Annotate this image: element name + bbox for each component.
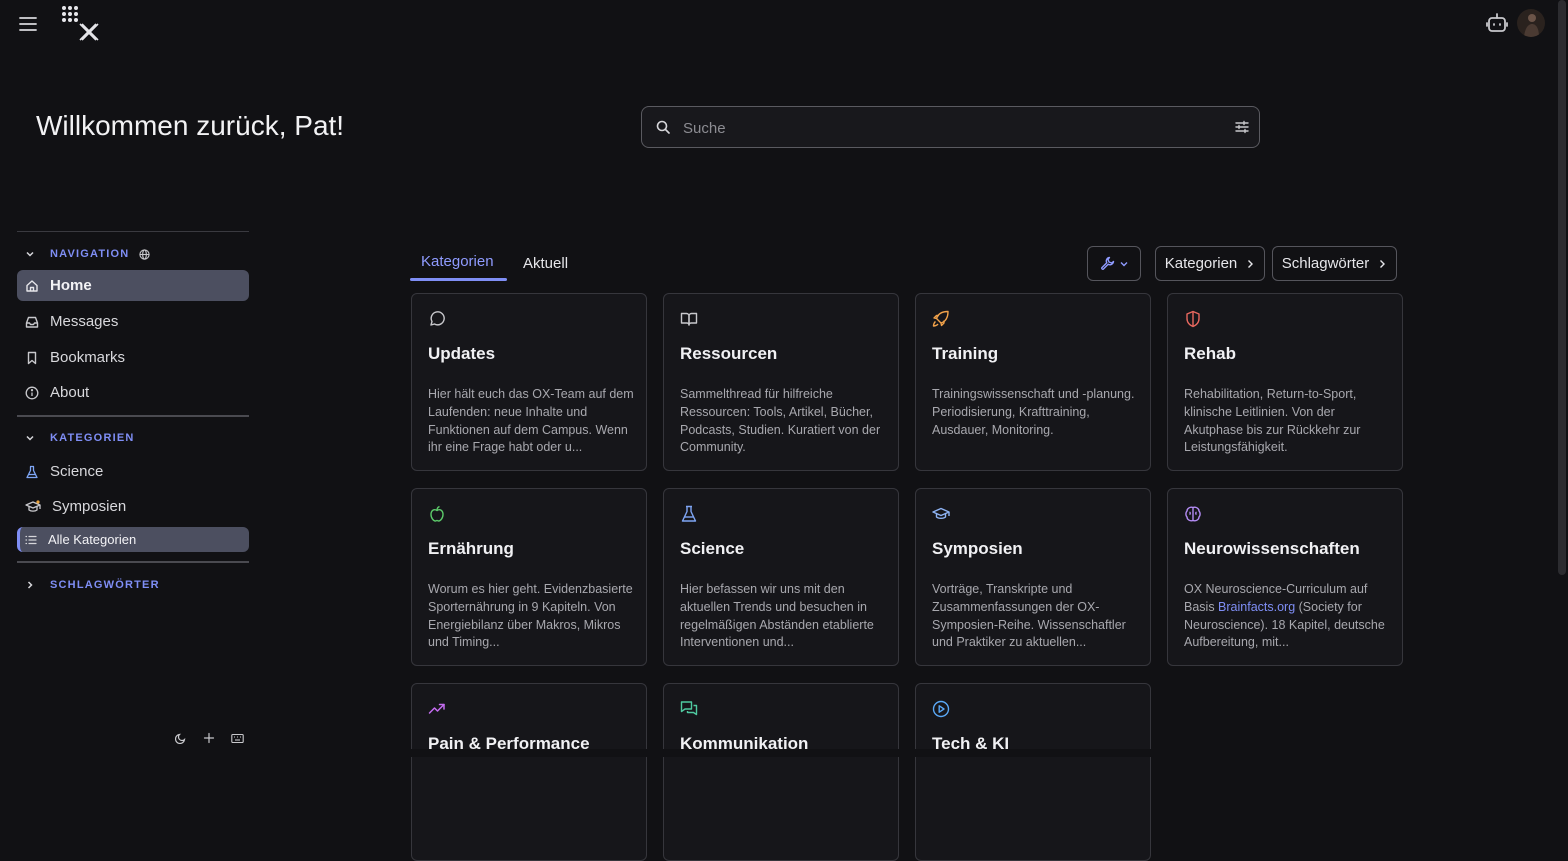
brainfacts-link[interactable]: Brainfacts.org	[1218, 600, 1295, 614]
book-open-icon	[680, 310, 698, 328]
user-avatar-icon[interactable]	[1517, 9, 1545, 37]
category-card-tech-ki[interactable]: Tech & KI	[915, 683, 1151, 861]
keyboard-icon[interactable]	[228, 729, 246, 747]
bookmark-icon	[25, 351, 39, 365]
card-description: OX Neuroscience-Curriculum auf Basis Bra…	[1184, 581, 1390, 652]
sidebar-item-label: Messages	[50, 313, 119, 330]
apple-icon	[428, 505, 446, 523]
globe-icon	[139, 248, 151, 260]
tab-aktuell[interactable]: Aktuell	[523, 255, 568, 272]
chevron-right-icon	[1377, 259, 1387, 269]
category-card-updates[interactable]: Updates Hier hält euch das OX-Team auf d…	[411, 293, 647, 471]
sidebar-item-symposien[interactable]: Symposien	[17, 491, 249, 522]
category-card-symposien[interactable]: Symposien Vorträge, Transkripte und Zusa…	[915, 488, 1151, 666]
tools-dropdown-button[interactable]	[1087, 246, 1141, 281]
home-icon	[25, 279, 39, 293]
info-icon	[25, 386, 39, 400]
graduation-cap-icon	[932, 505, 950, 523]
sidebar-item-label: Science	[50, 463, 104, 480]
category-card-kommunikation[interactable]: Kommunikation	[663, 683, 899, 861]
messages-icon	[680, 700, 698, 718]
brain-icon	[1184, 505, 1202, 523]
sidebar-item-home[interactable]: Home	[17, 270, 249, 301]
chevron-right-icon	[24, 579, 36, 591]
card-title: Ressourcen	[680, 344, 778, 363]
schlagwoerter-section-toggle[interactable]: SCHLAGWÖRTER	[24, 579, 160, 591]
category-card-ressourcen[interactable]: Ressourcen Sammelthread für hilfreiche R…	[663, 293, 899, 471]
chevron-down-icon	[1119, 259, 1129, 269]
kategorien-filter-label: Kategorien	[1164, 255, 1238, 272]
schlagwoerter-heading: SCHLAGWÖRTER	[50, 579, 160, 591]
sidebar-item-label: Bookmarks	[50, 349, 126, 366]
category-card-pain-performance[interactable]: Pain & Performance	[411, 683, 647, 861]
category-card-science[interactable]: Science Hier befassen wir uns mit den ak…	[663, 488, 899, 666]
kategorien-filter-button[interactable]: Kategorien	[1155, 246, 1265, 281]
sidebar-item-about[interactable]: About	[17, 377, 249, 408]
schlagwoerter-filter-label: Schlagwörter	[1281, 255, 1370, 272]
sidebar-divider	[17, 415, 249, 417]
flask-icon	[680, 505, 698, 523]
filter-sliders-icon[interactable]	[1235, 120, 1249, 134]
sidebar-item-label: About	[50, 384, 90, 401]
card-title: Symposien	[932, 539, 1023, 558]
card-description: Vorträge, Transkripte und Zusammenfassun…	[932, 582, 1126, 650]
schlagwoerter-filter-button[interactable]: Schlagwörter	[1272, 246, 1397, 281]
search-icon	[656, 120, 670, 134]
category-card-training[interactable]: Training Trainingswissenschaft und -plan…	[915, 293, 1151, 471]
tab-kategorien[interactable]: Kategorien	[421, 253, 494, 270]
sidebar-item-label: Home	[50, 277, 92, 294]
card-title: Updates	[428, 344, 496, 363]
sidebar-divider	[17, 561, 249, 563]
trending-up-icon	[428, 700, 446, 718]
sidebar-item-science[interactable]: Science	[17, 456, 249, 487]
active-tab-indicator	[410, 278, 507, 281]
card-description: Sammelthread für hilfreiche Ressourcen: …	[680, 387, 881, 455]
card-title: Science	[680, 539, 745, 558]
search-bar[interactable]	[641, 106, 1260, 149]
search-input[interactable]	[681, 107, 1225, 149]
sidebar-item-bookmarks[interactable]: Bookmarks	[17, 342, 249, 373]
sidebar-item-messages[interactable]: Messages	[17, 306, 249, 337]
card-description: Rehabilitation, Return-to-Sport, klinisc…	[1184, 387, 1361, 455]
card-title: Ernährung	[428, 539, 514, 558]
kategorien-section-toggle[interactable]: KATEGORIEN	[24, 432, 135, 444]
category-card-neurowissenschaften[interactable]: Neurowissenschaften OX Neuroscience-Curr…	[1167, 488, 1403, 666]
wrench-icon	[1100, 256, 1115, 271]
chevron-right-icon	[1245, 259, 1255, 269]
sidebar-item-label: Symposien	[52, 498, 127, 515]
card-description: Trainingswissenschaft und -planung. Peri…	[932, 387, 1135, 437]
ox-logo-icon[interactable]	[60, 4, 100, 44]
card-description: Worum es hier geht. Evidenzbasierte Spor…	[428, 582, 633, 650]
card-description: Hier befassen wir uns mit den aktuellen …	[680, 582, 874, 650]
plus-icon[interactable]	[200, 729, 218, 747]
card-title: Rehab	[1184, 344, 1236, 363]
category-card-rehab[interactable]: Rehab Rehabilitation, Return-to-Sport, k…	[1167, 293, 1403, 471]
card-description: Hier hält euch das OX-Team auf dem Laufe…	[428, 387, 634, 455]
navigation-heading: NAVIGATION	[50, 248, 130, 260]
welcome-heading: Willkommen zurück, Pat!	[36, 110, 345, 141]
moon-icon[interactable]	[172, 729, 190, 747]
card-title: Training	[932, 344, 999, 363]
card-title: Neurowissenschaften	[1184, 539, 1360, 558]
page-scrollbar[interactable]	[1558, 0, 1566, 575]
chevron-down-icon	[24, 432, 36, 444]
sidebar-item-alle-kategorien[interactable]: Alle Kategorien	[17, 527, 249, 552]
content-fade-edge	[380, 749, 1480, 757]
kategorien-heading: KATEGORIEN	[50, 432, 135, 444]
shield-icon	[1184, 310, 1202, 328]
sidebar-divider	[17, 231, 249, 232]
play-circle-icon	[932, 700, 950, 718]
robot-icon[interactable]	[1484, 10, 1510, 36]
flask-icon	[25, 465, 39, 479]
sidebar-item-label: Alle Kategorien	[48, 532, 137, 547]
navigation-section-toggle[interactable]: NAVIGATION	[24, 248, 151, 260]
graduation-cap-icon	[25, 499, 41, 514]
chat-bubble-icon	[428, 310, 446, 328]
rocket-icon	[932, 310, 950, 328]
chevron-down-icon	[24, 248, 36, 260]
list-icon	[25, 534, 37, 546]
inbox-icon	[25, 315, 39, 329]
hamburger-menu-icon[interactable]	[16, 12, 40, 36]
category-card-ernaehrung[interactable]: Ernährung Worum es hier geht. Evidenzbas…	[411, 488, 647, 666]
